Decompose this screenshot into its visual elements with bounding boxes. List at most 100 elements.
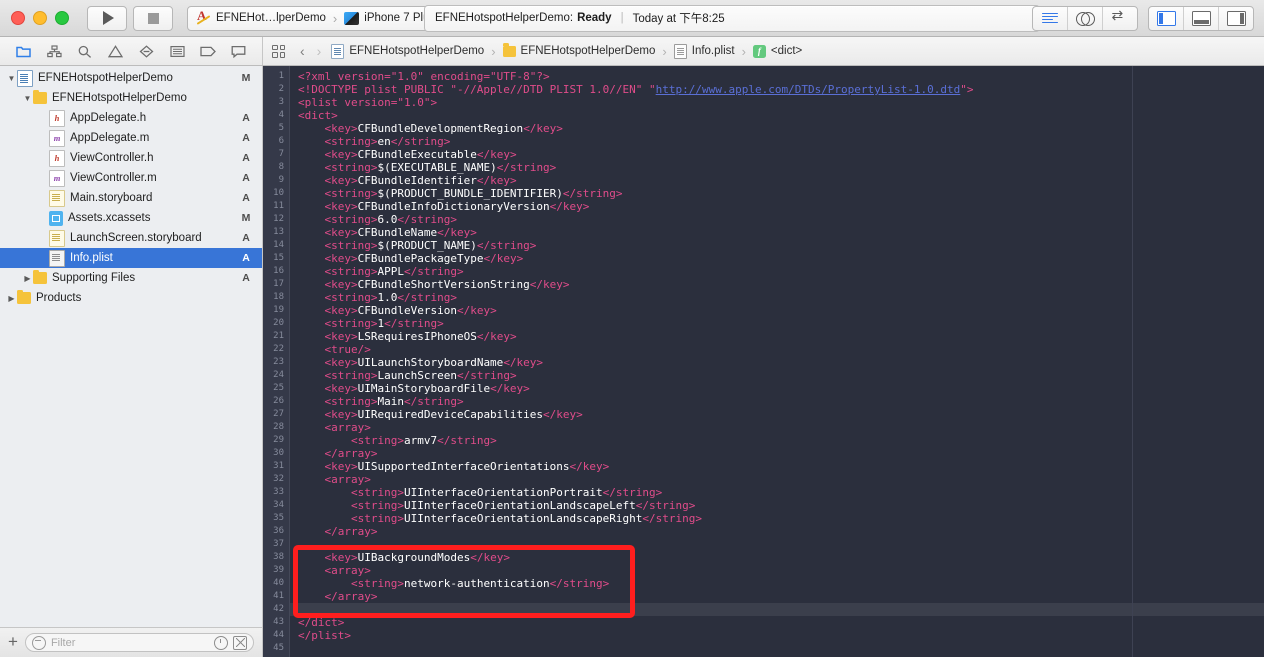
code-line[interactable]: <string>APPL</string> xyxy=(290,265,1264,278)
code-line[interactable]: <key>CFBundleExecutable</key> xyxy=(290,148,1264,161)
code-area[interactable]: <?xml version="1.0" encoding="UTF-8"?> <!… xyxy=(290,66,1264,657)
breadcrumb-item-group[interactable]: EFNEHotspotHelperDemo xyxy=(499,43,660,57)
code-line[interactable]: <string>$(PRODUCT_NAME)</string> xyxy=(290,239,1264,252)
code-line[interactable]: <array> xyxy=(290,473,1264,486)
symbol-navigator-icon[interactable] xyxy=(45,43,64,60)
code-line[interactable]: <string>UIInterfaceOrientationLandscapeL… xyxy=(290,499,1264,512)
code-line[interactable]: <key>CFBundlePackageType</key> xyxy=(290,252,1264,265)
tree-row[interactable]: Info.plist A xyxy=(0,248,262,268)
code-line[interactable] xyxy=(290,538,1264,551)
test-navigator-icon[interactable] xyxy=(137,43,156,60)
standard-editor-button[interactable] xyxy=(1033,6,1068,30)
tree-row[interactable]: m AppDelegate.m A xyxy=(0,128,262,148)
forward-button[interactable]: › xyxy=(311,44,328,58)
code-line[interactable]: <string>UIInterfaceOrientationLandscapeR… xyxy=(290,512,1264,525)
code-line[interactable]: <key>UISupportedInterfaceOrientations</k… xyxy=(290,460,1264,473)
code-link[interactable]: http://www.apple.com/DTDs/PropertyList-1… xyxy=(656,83,961,96)
code-line[interactable]: <key>CFBundleName</key> xyxy=(290,226,1264,239)
code-line[interactable]: <string>armv7</string> xyxy=(290,434,1264,447)
file-tree[interactable]: ▼ EFNEHotspotHelperDemo M ▼ EFNEHotspotHelpe… xyxy=(0,66,262,627)
code-token: <dict> xyxy=(298,109,338,122)
tree-row[interactable]: m ViewController.m A xyxy=(0,168,262,188)
close-button[interactable] xyxy=(11,11,25,25)
code-line[interactable]: <string>6.0</string> xyxy=(290,213,1264,226)
code-line[interactable]: <string>en</string> xyxy=(290,135,1264,148)
toggle-utilities-button[interactable] xyxy=(1219,7,1253,30)
breadcrumb-item-file[interactable]: Info.plist xyxy=(670,43,739,59)
code-line[interactable]: <key>CFBundleShortVersionString</key> xyxy=(290,278,1264,291)
code-line[interactable] xyxy=(290,642,1264,655)
standard-editor-icon xyxy=(1042,12,1058,24)
code-line[interactable]: <string>$(EXECUTABLE_NAME)</string> xyxy=(290,161,1264,174)
code-line[interactable]: <key>LSRequiresIPhoneOS</key> xyxy=(290,330,1264,343)
code-line[interactable]: <key>UIMainStoryboardFile</key> xyxy=(290,382,1264,395)
issue-navigator-icon[interactable] xyxy=(106,43,125,60)
tree-row[interactable]: h AppDelegate.h A xyxy=(0,108,262,128)
code-line[interactable]: <string>$(PRODUCT_BUNDLE_IDENTIFIER)</st… xyxy=(290,187,1264,200)
minimize-button[interactable] xyxy=(33,11,47,25)
filter-input[interactable]: Filter xyxy=(24,633,254,652)
code-line[interactable]: <dict> xyxy=(290,109,1264,122)
code-line[interactable] xyxy=(290,603,1264,616)
breadcrumb-item-project[interactable]: EFNEHotspotHelperDemo xyxy=(327,43,488,59)
zoom-button[interactable] xyxy=(55,11,69,25)
code-line[interactable]: <string>UIInterfaceOrientationPortrait</… xyxy=(290,486,1264,499)
breakpoint-navigator-icon[interactable] xyxy=(198,43,217,60)
tree-row[interactable]: h ViewController.h A xyxy=(0,148,262,168)
stop-button[interactable] xyxy=(133,5,173,31)
code-line[interactable]: <array> xyxy=(290,421,1264,434)
code-line[interactable]: <!DOCTYPE plist PUBLIC "-//Apple//DTD PL… xyxy=(290,83,1264,96)
code-line[interactable]: <string>network-authentication</string> xyxy=(290,577,1264,590)
code-line[interactable]: <plist version="1.0"> xyxy=(290,96,1264,109)
toggle-navigator-button[interactable] xyxy=(1149,6,1184,30)
code-line[interactable]: <key>CFBundleInfoDictionaryVersion</key> xyxy=(290,200,1264,213)
disclosure-triangle[interactable]: ▼ xyxy=(6,74,17,83)
version-editor-button[interactable] xyxy=(1103,7,1137,30)
report-navigator-icon[interactable] xyxy=(229,43,248,60)
code-line[interactable]: <?xml version="1.0" encoding="UTF-8"?> xyxy=(290,70,1264,83)
code-line[interactable]: <key>CFBundleDevelopmentRegion</key> xyxy=(290,122,1264,135)
disclosure-triangle[interactable]: ▶ xyxy=(6,294,17,303)
project-navigator-icon[interactable] xyxy=(14,43,33,60)
code-line[interactable]: </array> xyxy=(290,590,1264,603)
run-button[interactable] xyxy=(87,5,127,31)
related-items-icon[interactable] xyxy=(272,44,285,58)
tree-row[interactable]: ▼ EFNEHotspotHelperDemo xyxy=(0,88,262,108)
code-line[interactable]: <true/> xyxy=(290,343,1264,356)
source-editor[interactable]: 1 2 3 4 5 6 7 8 9 10 11 12 13 14 15 16 17 18 19 20 21 22 23 24 2… xyxy=(263,66,1264,657)
recent-files-icon[interactable] xyxy=(214,635,228,650)
scheme-selector[interactable]: EFNEHot…lperDemo › iPhone 7 Plus xyxy=(187,5,446,31)
tree-row[interactable]: Main.storyboard A xyxy=(0,188,262,208)
assistant-editor-button[interactable] xyxy=(1068,6,1103,30)
tree-row[interactable]: ▼ EFNEHotspotHelperDemo M xyxy=(0,68,262,88)
line-number: 42 xyxy=(273,604,284,614)
tree-row[interactable]: ▶ Supporting Files A xyxy=(0,268,262,288)
code-line[interactable]: </plist> xyxy=(290,629,1264,642)
find-navigator-icon[interactable] xyxy=(75,43,94,60)
disclosure-triangle[interactable]: ▶ xyxy=(22,274,33,283)
toggle-debug-area-button[interactable] xyxy=(1184,6,1219,30)
code-line[interactable]: </array> xyxy=(290,447,1264,460)
code-line[interactable]: <string>Main</string> xyxy=(290,395,1264,408)
disclosure-triangle[interactable]: ▼ xyxy=(22,94,33,103)
code-line[interactable]: <string>1</string> xyxy=(290,317,1264,330)
debug-navigator-icon[interactable] xyxy=(168,43,187,60)
add-file-button[interactable]: + xyxy=(8,633,18,653)
code-line[interactable]: </dict> xyxy=(290,616,1264,629)
code-line[interactable]: <string>1.0</string> xyxy=(290,291,1264,304)
tree-row[interactable]: ▶ Products xyxy=(0,288,262,308)
tree-row[interactable]: LaunchScreen.storyboard A xyxy=(0,228,262,248)
code-line[interactable]: <string>LaunchScreen</string> xyxy=(290,369,1264,382)
code-token: </string> xyxy=(397,213,457,226)
code-line[interactable]: <key>UIBackgroundModes</key> xyxy=(290,551,1264,564)
breadcrumb-item-symbol[interactable]: f <dict> xyxy=(749,44,806,58)
code-line[interactable]: <key>CFBundleIdentifier</key> xyxy=(290,174,1264,187)
code-line[interactable]: <array> xyxy=(290,564,1264,577)
source-control-filter-icon[interactable] xyxy=(233,635,247,650)
code-line[interactable]: <key>UIRequiredDeviceCapabilities</key> xyxy=(290,408,1264,421)
tree-row[interactable]: Assets.xcassets M xyxy=(0,208,262,228)
code-line[interactable]: <key>CFBundleVersion</key> xyxy=(290,304,1264,317)
code-line[interactable]: </array> xyxy=(290,525,1264,538)
code-line[interactable]: <key>UILaunchStoryboardName</key> xyxy=(290,356,1264,369)
back-button[interactable]: ‹ xyxy=(294,44,311,58)
